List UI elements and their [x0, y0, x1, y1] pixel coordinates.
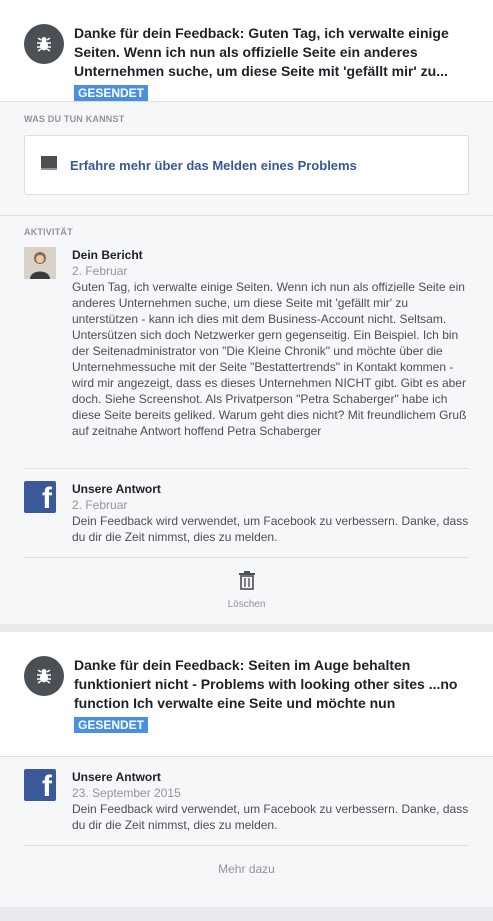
bug-icon: [24, 656, 64, 696]
avatar[interactable]: [24, 247, 56, 279]
report-text: Guten Tag, ich verwalte einige Seiten. W…: [72, 280, 467, 438]
report-author: Dein Bericht: [72, 248, 143, 262]
answer-text: Dein Feedback wird verwendet, um Faceboo…: [72, 514, 469, 544]
status-badge: GESENDET: [74, 85, 149, 101]
answer-text: Dein Feedback wird verwendet, um Faceboo…: [72, 802, 469, 832]
book-icon: [40, 155, 58, 176]
facebook-logo-icon: f: [24, 481, 56, 513]
report-title[interactable]: Danke für dein Feedback: Guten Tag, ich …: [74, 24, 469, 81]
answer-date: 2. Februar: [72, 498, 128, 512]
activity-section: AKTIVITÄT Dein Bericht 2. Februar Guten …: [0, 215, 493, 624]
activity-label: AKTIVITÄT: [24, 227, 73, 237]
activity-answer: f Unsere Antwort 23. September 2015 Dein…: [0, 757, 493, 845]
more-link[interactable]: Mehr dazu: [0, 846, 493, 892]
delete-button[interactable]: Löschen: [0, 558, 493, 622]
status-badge: GESENDET: [74, 717, 149, 733]
report-header: Danke für dein Feedback: Guten Tag, ich …: [0, 0, 493, 101]
answer-author: Unsere Antwort: [72, 770, 161, 784]
report-date: 2. Februar: [72, 264, 128, 278]
answer-section-2: f Unsere Antwort 23. September 2015 Dein…: [0, 756, 493, 907]
report-header: Danke für dein Feedback: Seiten im Auge …: [0, 632, 493, 756]
answer-author: Unsere Antwort: [72, 482, 161, 496]
report-card-2: Danke für dein Feedback: Seiten im Auge …: [0, 632, 493, 756]
actions-section: WAS DU TUN KANNST Erfahre mehr über das …: [0, 101, 493, 215]
actions-label: WAS DU TUN KANNST: [24, 114, 125, 124]
delete-label: Löschen: [227, 599, 266, 610]
help-link[interactable]: Erfahre mehr über das Melden eines Probl…: [70, 158, 357, 173]
report-card-1: Danke für dein Feedback: Guten Tag, ich …: [0, 0, 493, 101]
answer-date: 23. September 2015: [72, 786, 181, 800]
activity-answer: f Unsere Antwort 2. Februar Dein Feedbac…: [0, 469, 493, 557]
help-link-box[interactable]: Erfahre mehr über das Melden eines Probl…: [24, 135, 469, 195]
report-title[interactable]: Danke für dein Feedback: Seiten im Auge …: [74, 656, 469, 713]
trash-icon: [238, 570, 256, 595]
bug-icon: [24, 24, 64, 64]
facebook-logo-icon: f: [24, 769, 56, 801]
activity-report: Dein Bericht 2. Februar Guten Tag, ich v…: [0, 247, 493, 468]
